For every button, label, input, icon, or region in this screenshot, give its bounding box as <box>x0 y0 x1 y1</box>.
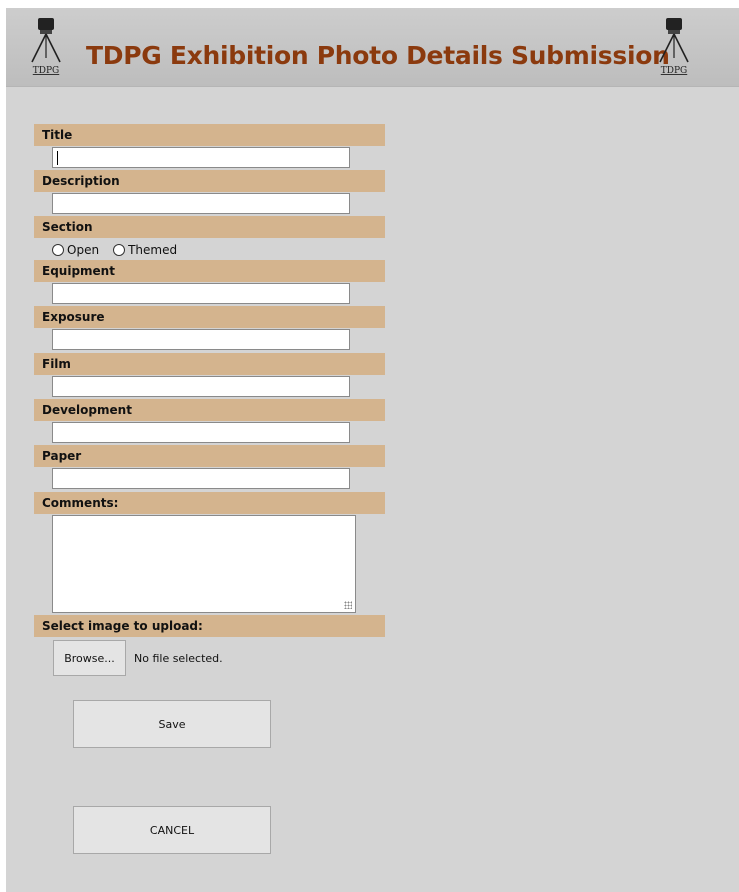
title-label: Title <box>34 124 385 146</box>
radio-themed[interactable] <box>113 244 126 256</box>
page-title: TDPG Exhibition Photo Details Submission <box>86 41 670 70</box>
comments-textarea[interactable] <box>52 515 356 613</box>
exposure-label: Exposure <box>34 306 385 328</box>
comments-label: Comments: <box>34 492 385 514</box>
section-label: Section <box>34 216 385 238</box>
tdpg-logo-icon: TDPG <box>31 18 61 76</box>
svg-text:TDPG: TDPG <box>661 66 687 76</box>
header-banner: TDPG TDPG Exhibition Photo Details Submi… <box>6 8 739 87</box>
section-radio-group: Open Themed <box>52 242 191 258</box>
radio-themed-label[interactable]: Themed <box>128 243 177 257</box>
paper-label: Paper <box>34 445 385 467</box>
description-field[interactable] <box>52 193 350 214</box>
radio-open-label[interactable]: Open <box>67 243 99 257</box>
save-button[interactable]: Save <box>73 700 271 748</box>
browse-button[interactable]: Browse... <box>53 640 126 676</box>
equipment-field[interactable] <box>52 283 350 304</box>
film-field[interactable] <box>52 376 350 397</box>
development-field[interactable] <box>52 422 350 443</box>
upload-label: Select image to upload: <box>34 615 385 637</box>
cancel-button[interactable]: CANCEL <box>73 806 271 854</box>
paper-field[interactable] <box>52 468 350 489</box>
development-label: Development <box>34 399 385 421</box>
tdpg-logo-icon: TDPG <box>659 18 689 76</box>
radio-open[interactable] <box>52 244 64 256</box>
film-label: Film <box>34 353 385 375</box>
equipment-label: Equipment <box>34 260 385 282</box>
no-file-status: No file selected. <box>134 652 223 665</box>
svg-text:TDPG: TDPG <box>33 66 59 76</box>
description-label: Description <box>34 170 385 192</box>
text-caret <box>57 151 58 165</box>
resize-grip-icon[interactable] <box>344 601 352 609</box>
exposure-field[interactable] <box>52 329 350 350</box>
title-field[interactable] <box>52 147 350 168</box>
page-container: TDPG TDPG Exhibition Photo Details Submi… <box>6 8 739 892</box>
